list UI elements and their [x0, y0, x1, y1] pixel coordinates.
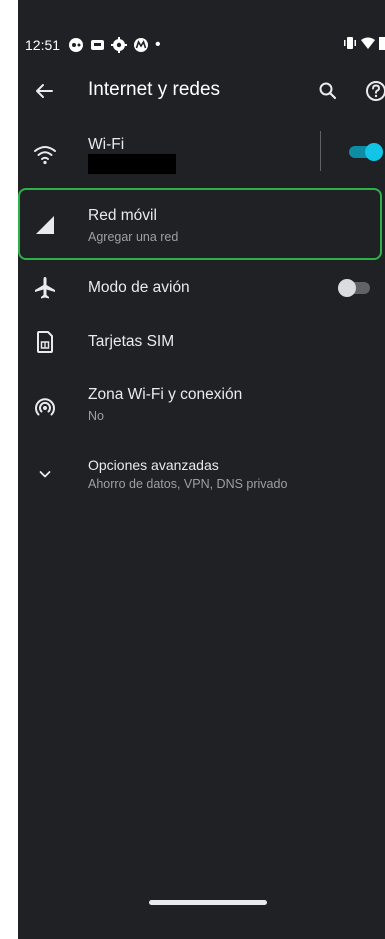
- cell-signal-icon: [32, 212, 58, 238]
- arrow-back-icon: [30, 77, 58, 105]
- message-notification-icon: [90, 38, 105, 52]
- wifi-status-icon: [361, 36, 375, 50]
- airplane-mode-toggle[interactable]: [338, 279, 372, 297]
- search-button[interactable]: [314, 77, 342, 105]
- more-notifications-dot: •: [155, 36, 161, 53]
- wifi-title: Wi-Fi: [88, 136, 125, 153]
- hotspot-row[interactable]: Zona Wi-Fi y conexión No: [18, 372, 385, 438]
- gesture-nav-handle[interactable]: [149, 900, 267, 905]
- mobile-network-row[interactable]: Red móvil Agregar una red: [18, 190, 385, 258]
- wifi-icon: [32, 142, 58, 168]
- help-button[interactable]: [362, 77, 385, 105]
- wifi-toggle-thumb: [365, 143, 383, 161]
- wifi-divider: [320, 131, 321, 171]
- search-icon: [314, 77, 342, 105]
- wifi-network-name-redacted: [88, 154, 176, 174]
- advanced-options-subtitle: Ahorro de datos, VPN, DNS privado: [88, 477, 288, 491]
- help-circle-icon: [362, 77, 385, 105]
- airplane-toggle-thumb: [338, 279, 356, 297]
- wifi-toggle[interactable]: [349, 143, 383, 161]
- advanced-options-title: Opciones avanzadas: [88, 457, 219, 473]
- mobile-network-title: Red móvil: [88, 207, 157, 224]
- battery-icon: [379, 36, 385, 50]
- airplane-mode-row[interactable]: Modo de avión: [18, 262, 385, 314]
- sim-cards-title: Tarjetas SIM: [88, 333, 175, 350]
- app-bar: Internet y redes: [18, 67, 385, 115]
- hotspot-title: Zona Wi-Fi y conexión: [88, 386, 243, 403]
- motorola-notification-icon: [133, 37, 149, 53]
- settings-screen: 12:51 • Internet y redes Wi-Fi Red móvil…: [18, 0, 385, 939]
- page-title: Internet y redes: [88, 79, 221, 100]
- sim-cards-row[interactable]: Tarjetas SIM: [18, 316, 385, 368]
- assistant-notification-icon: [68, 37, 84, 53]
- vibrate-icon: [343, 36, 357, 50]
- advanced-options-row[interactable]: Opciones avanzadas Ahorro de datos, VPN,…: [18, 445, 385, 507]
- back-button[interactable]: [30, 77, 58, 105]
- notification-icons: •: [68, 35, 161, 55]
- settings-notification-icon: [111, 37, 127, 53]
- chevron-down-icon: [32, 461, 58, 487]
- sim-card-icon: [32, 329, 58, 355]
- airplane-icon: [32, 275, 58, 301]
- status-bar: 12:51 •: [18, 33, 385, 57]
- airplane-mode-title: Modo de avión: [88, 279, 190, 296]
- system-icons: [343, 36, 385, 50]
- hotspot-icon: [32, 394, 58, 420]
- wifi-row[interactable]: Wi-Fi: [18, 122, 385, 182]
- mobile-network-subtitle: Agregar una red: [88, 230, 179, 244]
- hotspot-subtitle: No: [88, 409, 104, 423]
- status-time: 12:51: [25, 37, 61, 53]
